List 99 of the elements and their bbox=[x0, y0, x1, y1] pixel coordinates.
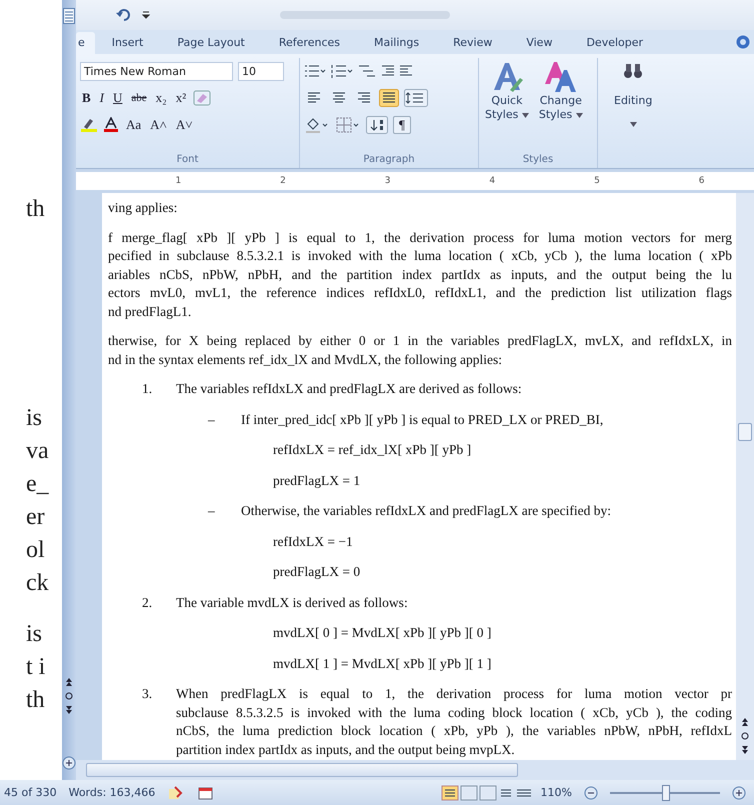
align-button[interactable] bbox=[379, 89, 399, 107]
equation: predFlagLX = 0 bbox=[273, 563, 362, 581]
browse-buttons-icon[interactable] bbox=[740, 716, 750, 756]
text-line: The variables refIdxLX and predFlagLX are derived as follows: bbox=[176, 380, 523, 398]
highlight-icon[interactable] bbox=[80, 117, 98, 133]
equation: mvdLX[ 1 ] = MvdLX[ xPb ][ yPb ][ 1 ] bbox=[273, 654, 492, 673]
macro-icon[interactable] bbox=[197, 784, 216, 800]
text-line: subclause 8.5.3.2.5 is invoked with the luma coding block location ( xCb, yCb ), the coding bbox=[176, 704, 732, 722]
text-line: partition index partIdx as inputs, and the output being mvpLX. bbox=[176, 740, 516, 759]
ribbon-tab[interactable]: Review bbox=[436, 32, 510, 54]
numbering-icon[interactable] bbox=[331, 64, 353, 78]
ribbon-tab[interactable]: References bbox=[262, 32, 357, 54]
scroll-thumb[interactable] bbox=[738, 423, 752, 441]
line-spacing-icon[interactable] bbox=[404, 89, 428, 107]
equation: predFlagLX = 1 bbox=[273, 472, 362, 490]
background-text: th bbox=[26, 687, 46, 714]
text-line: nd predFlagL1. bbox=[108, 302, 192, 321]
ruler[interactable]: 1 2 3 4 5 6 bbox=[76, 169, 754, 193]
borders-icon[interactable] bbox=[335, 116, 361, 134]
ribbon-tab[interactable]: Developer bbox=[569, 32, 660, 54]
format-button[interactable]: x₂ bbox=[154, 90, 169, 106]
list-number: 2. bbox=[142, 594, 154, 612]
text-line: ectors mvL0, mvL1, the reference indices refIdxL0, refIdxL1, and the prediction list utilization flags bbox=[108, 284, 732, 302]
format-button[interactable]: U bbox=[111, 90, 124, 106]
font-size-box[interactable]: 10 bbox=[238, 62, 284, 80]
format-button[interactable]: x² bbox=[174, 90, 188, 106]
zoom-out-icon[interactable] bbox=[584, 786, 598, 800]
ribbon-tab[interactable]: e bbox=[76, 32, 95, 54]
text-line: When predFlagLX is equal to 1, the derivation process for luma motion vector pr bbox=[176, 685, 732, 703]
editing-button[interactable]: Editing bbox=[612, 58, 654, 168]
indent-icon[interactable] bbox=[381, 64, 413, 78]
text-line: therwise, for X being replaced by either 0 or 1 in the variables predFlagLX, mvLX, and refIdxLX, in bbox=[108, 332, 732, 350]
zoom-slider-thumb[interactable] bbox=[662, 784, 670, 800]
change-styles-button[interactable]: Change Styles bbox=[536, 60, 585, 122]
letters-a-icon bbox=[542, 60, 579, 94]
background-text: is bbox=[26, 621, 44, 648]
vertical-scrollbar[interactable] bbox=[736, 193, 754, 760]
bullets-icon[interactable] bbox=[304, 64, 326, 78]
font-size-button[interactable]: A˅ bbox=[174, 117, 195, 133]
format-button[interactable]: I bbox=[98, 90, 106, 106]
ribbon-tab[interactable]: Insert bbox=[94, 32, 160, 54]
plus-icon[interactable] bbox=[62, 756, 76, 770]
list-number: 3. bbox=[142, 685, 154, 703]
group-label: Paragraph bbox=[362, 154, 416, 165]
equation: refIdxLX = ref_idx_lX[ xPb ][ yPb ] bbox=[273, 441, 472, 459]
dash-marker: – bbox=[208, 502, 216, 520]
background-text: th bbox=[26, 196, 46, 223]
text-line: If inter_pred_idc[ xPb ][ yPb ] is equal to PRED_LX or PRED_BI, bbox=[241, 410, 604, 429]
scroll-thumb[interactable] bbox=[86, 763, 518, 777]
help-icon[interactable] bbox=[736, 35, 750, 49]
word-count[interactable]: Words: 163,466 bbox=[68, 786, 156, 799]
list-number: 1. bbox=[142, 380, 154, 398]
dash-marker: – bbox=[208, 410, 216, 428]
browse-buttons-icon[interactable] bbox=[64, 676, 74, 716]
show-marks-button[interactable]: ¶ bbox=[393, 116, 411, 134]
text-line: The variable mvdLX is derived as follows: bbox=[176, 594, 409, 612]
background-text: is bbox=[26, 405, 44, 432]
text-line: nd in the syntax elements ref_idx_lX and MvdLX, the following applies: bbox=[108, 350, 504, 369]
font-size-button[interactable]: Aa bbox=[124, 117, 144, 133]
text-line: nCbS, the luma prediction block location ( xPb, yPb ), the variables nPbW, nPbH, refIdxL bbox=[176, 722, 732, 740]
multilevel-list-icon[interactable] bbox=[358, 64, 376, 78]
background-text: ol bbox=[26, 537, 46, 564]
shading-icon[interactable] bbox=[304, 116, 330, 134]
background-text: er bbox=[26, 504, 46, 531]
horizontal-scrollbar[interactable] bbox=[76, 760, 754, 780]
quick-styles-button[interactable]: Quick Styles bbox=[483, 60, 531, 122]
format-button[interactable]: abe bbox=[129, 92, 149, 104]
ribbon-tab[interactable]: View bbox=[509, 32, 570, 54]
binoculars-icon bbox=[623, 62, 644, 80]
format-button[interactable]: B bbox=[80, 90, 93, 106]
ribbon-tab[interactable]: Mailings bbox=[357, 32, 436, 54]
zoom-in-icon[interactable] bbox=[732, 786, 746, 800]
background-text: ck bbox=[26, 570, 50, 597]
dropdown-icon[interactable] bbox=[142, 11, 150, 19]
document-icon[interactable] bbox=[63, 8, 75, 24]
caret-icon bbox=[576, 113, 583, 118]
background-text: va bbox=[26, 438, 50, 465]
sort-icon[interactable] bbox=[366, 116, 388, 134]
text-line: pecified in subclause 8.5.3.2.1 is invoked with the luma location ( xCb, yCb ), the luma location ( xPb bbox=[108, 247, 732, 265]
group-label: Font bbox=[176, 154, 200, 165]
text-line: ving applies: bbox=[108, 199, 178, 217]
caret-icon bbox=[522, 113, 529, 118]
font-color-icon[interactable] bbox=[103, 117, 119, 133]
caret-icon bbox=[630, 122, 637, 127]
equation: mvdLX[ 0 ] = MvdLX[ xPb ][ yPb ][ 0 ] bbox=[273, 624, 492, 642]
font-name-box[interactable]: Times New Roman bbox=[80, 62, 233, 80]
zoom-level[interactable]: 110% bbox=[540, 786, 572, 799]
view-buttons-icon[interactable] bbox=[440, 784, 533, 800]
background-text: t i bbox=[26, 654, 46, 681]
background-text: e_ bbox=[26, 471, 50, 498]
ribbon-tab[interactable]: Page Layout bbox=[160, 32, 262, 54]
group-label: Styles bbox=[522, 154, 554, 165]
text-line: ariables nCbS, nPbW, nPbH, and the partition index partIdx as inputs, and the output being the lu bbox=[108, 266, 732, 284]
text-line: Otherwise, the variables refIdxLX and predFlagLX are specified by: bbox=[241, 502, 611, 520]
undo-icon[interactable] bbox=[116, 8, 132, 22]
page-count[interactable]: 45 of 330 bbox=[4, 786, 57, 799]
font-size-button[interactable]: A˄ bbox=[148, 117, 169, 133]
text-line: f merge_flag[ xPb ][ yPb ] is equal to 1, the derivation process for luma motion vectors for merg bbox=[108, 228, 732, 247]
equation: refIdxLX = −1 bbox=[273, 532, 354, 550]
